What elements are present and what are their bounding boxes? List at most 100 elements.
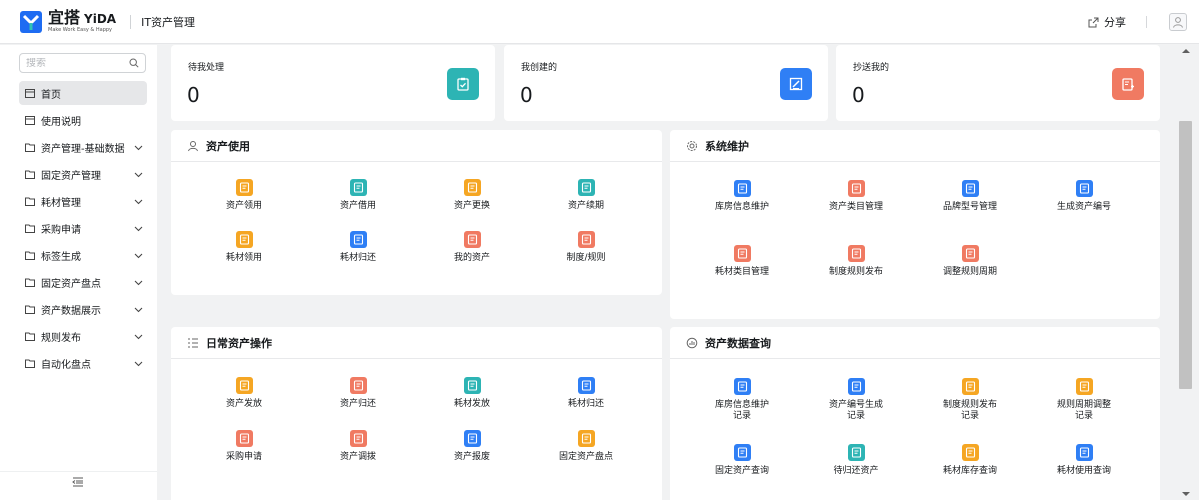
app-tile[interactable]: 品牌型号管理 [913,180,1027,213]
app-tile-label: 耗材领用 [225,253,262,263]
app-tile-label: 资产发放 [225,399,262,409]
section-title: 资产使用 [206,139,250,153]
app-tile[interactable]: 资产续期 [529,179,643,212]
app-tile[interactable]: 制度规则发布 [799,245,913,278]
app-tile[interactable]: 资产编号生成记录 [799,378,913,422]
app-tile-icon [847,245,865,262]
sidebar-item[interactable]: 耗材管理 [19,189,147,213]
app-tile[interactable]: 我的资产 [415,231,529,264]
sidebar-item[interactable]: 自动化盘点 [19,351,147,375]
app-tile-icon [235,179,253,196]
share-label: 分享 [1104,16,1126,29]
sidebar-item[interactable]: 固定资产盘点 [19,270,147,294]
sidebar-item-label: 标签生成 [41,251,81,263]
user-icon [187,140,199,152]
scroll-up-icon[interactable] [1182,48,1190,54]
app-tile[interactable]: 资产类目管理 [799,180,913,213]
user-avatar-icon [1173,17,1183,28]
app-tile[interactable]: 耗材库存查询 [913,444,1027,477]
chevron-down-icon[interactable] [134,170,143,181]
app-tile[interactable]: 库房信息维护记录 [685,378,799,422]
app-tile[interactable]: 采购申请 [187,430,301,463]
yida-logo[interactable]: 宜搭 YiDA Make Work Easy & Happy [20,10,116,33]
app-tile-icon [463,377,481,394]
stat-card[interactable]: 待我处理 0 [171,45,495,121]
app-tile[interactable]: 资产更换 [415,179,529,212]
app-tile[interactable]: 固定资产查询 [685,444,799,477]
app-tile-label: 制度规则发布记录 [942,400,997,421]
app-tile-icon [733,444,751,461]
chevron-down-icon[interactable] [134,359,143,370]
chevron-down-icon[interactable] [134,224,143,235]
app-tile-icon [961,378,979,395]
app-tile-icon [1075,378,1093,395]
app-tile-label: 制度/规则 [566,253,606,263]
app-tile[interactable]: 待归还资产 [799,444,913,477]
asset-use-card: 资产使用资产领用 资产借用 资产更换 资产续期耗材领用 耗材归还 我的资产 制度/规则 [171,130,662,295]
collapse-sidebar-button[interactable] [72,476,84,490]
app-tile[interactable]: 规则周期调整记录 [1027,378,1141,422]
sidebar-item-label: 耗材管理 [41,197,81,209]
app-tile[interactable]: 耗材类目管理 [685,245,799,278]
section-title: 系统维护 [705,139,749,153]
app-tile[interactable]: 生成资产编号 [1027,180,1141,213]
app-tile[interactable]: 资产借用 [301,179,415,212]
app-tile[interactable]: 资产发放 [187,377,301,410]
sidebar-item[interactable]: 使用说明 [19,108,147,132]
app-tile[interactable]: 制度/规则 [529,231,643,264]
app-tile-icon [733,180,751,197]
sidebar-item[interactable]: 资产数据展示 [19,297,147,321]
app-tile-icon [235,377,253,394]
stat-card[interactable]: 我创建的 0 [504,45,828,121]
app-tile-icon [1075,444,1093,461]
app-tile[interactable]: 耗材发放 [415,377,529,410]
main-scrollbar[interactable] [1174,45,1199,500]
edit-document-icon [780,68,812,100]
chevron-down-icon[interactable] [134,251,143,262]
sidebar-search[interactable] [19,53,146,73]
chevron-down-icon[interactable] [134,305,143,316]
sidebar-item[interactable]: 采购申请 [19,216,147,240]
app-tile-icon [463,179,481,196]
app-tile[interactable]: 耗材归还 [529,377,643,410]
app-tile[interactable]: 耗材使用查询 [1027,444,1141,477]
app-tile[interactable]: 耗材领用 [187,231,301,264]
search-input[interactable] [26,57,116,69]
chevron-down-icon[interactable] [134,143,143,154]
sidebar-item-label: 固定资产盘点 [41,278,101,290]
app-tile-label: 资产类目管理 [828,202,883,212]
app-tile[interactable]: 耗材归还 [301,231,415,264]
app-tile[interactable]: 资产领用 [187,179,301,212]
chevron-down-icon[interactable] [134,332,143,343]
app-title[interactable]: IT资产管理 [141,14,195,30]
folder-icon [25,278,41,287]
app-tile-label: 耗材发放 [453,399,490,409]
header-divider [130,14,132,29]
sidebar-item-label: 资产管理-基础数据 [41,143,125,155]
stat-card[interactable]: 抄送我的 0 [836,45,1160,121]
app-tile[interactable]: 调整规则周期 [913,245,1027,278]
sidebar-item[interactable]: 固定资产管理 [19,162,147,186]
sidebar-item[interactable]: 首页 [19,81,147,105]
folder-icon [25,224,41,233]
app-tile-label: 资产报废 [453,452,490,462]
chevron-down-icon[interactable] [134,278,143,289]
chevron-down-icon[interactable] [134,197,143,208]
app-tile[interactable]: 固定资产盘点 [529,430,643,463]
app-tile[interactable]: 资产报废 [415,430,529,463]
app-tile-icon [577,231,595,248]
app-tile[interactable]: 库房信息维护 [685,180,799,213]
share-button[interactable]: 分享 [1088,14,1126,30]
sidebar-item[interactable]: 规则发布 [19,324,147,348]
app-tile[interactable]: 制度规则发布记录 [913,378,1027,422]
app-tile[interactable]: 资产调拨 [301,430,415,463]
sidebar-item[interactable]: 资产管理-基础数据 [19,135,147,159]
search-icon[interactable] [129,58,139,68]
scroll-down-icon[interactable] [1182,491,1190,497]
sidebar-item-label: 规则发布 [41,332,81,344]
app-tile-label: 采购申请 [225,452,262,462]
scrollbar-thumb[interactable] [1179,121,1192,389]
sidebar-item[interactable]: 标签生成 [19,243,147,267]
app-tile[interactable]: 资产归还 [301,377,415,410]
user-avatar[interactable] [1169,13,1187,31]
